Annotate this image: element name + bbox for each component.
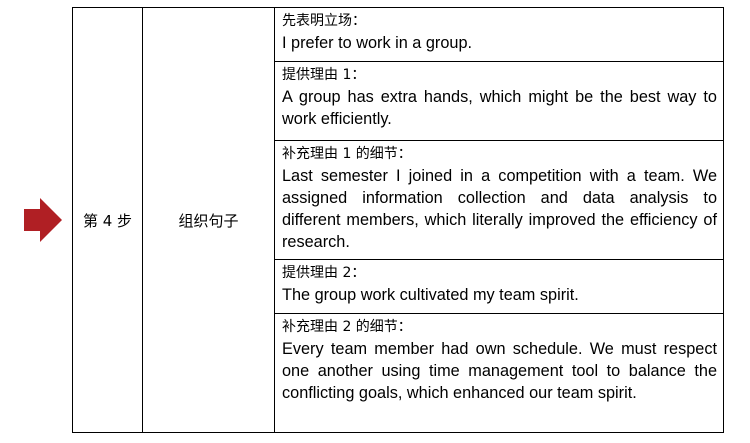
cell-body: I prefer to work in a group. bbox=[282, 34, 473, 52]
cell-heading: 补充理由 2 的细节： bbox=[282, 319, 412, 335]
content-cell-reason-2: 提供理由 2： The group work cultivated my tea… bbox=[274, 259, 724, 314]
cell-heading: 提供理由 1： bbox=[282, 67, 366, 83]
cell-heading: 先表明立场： bbox=[282, 13, 366, 29]
table-row: 第 4 步 组织句子 先表明立场： I prefer to work in a … bbox=[72, 7, 724, 433]
content-cell-reason-2-details: 补充理由 2 的细节： Every team member had own sc… bbox=[274, 313, 724, 433]
content-cell-stance: 先表明立场： I prefer to work in a group. bbox=[274, 7, 724, 62]
right-arrow-icon bbox=[24, 198, 62, 242]
step-label: 第 4 步 bbox=[82, 211, 133, 230]
cell-heading: 补充理由 1 的细节： bbox=[282, 146, 412, 162]
step-title: 组织句子 bbox=[178, 211, 239, 230]
step-table: 第 4 步 组织句子 先表明立场： I prefer to work in a … bbox=[72, 7, 724, 433]
cell-body: Every team member had own schedule. We m… bbox=[282, 340, 717, 402]
cell-body: A group has extra hands, which might be … bbox=[282, 88, 717, 128]
cell-heading: 提供理由 2： bbox=[282, 265, 366, 281]
content-cell-reason-1-details: 补充理由 1 的细节： Last semester I joined in a … bbox=[274, 140, 724, 260]
step-number-cell: 第 4 步 bbox=[72, 7, 143, 433]
cell-body: Last semester I joined in a competition … bbox=[282, 167, 717, 251]
cell-body: The group work cultivated my team spirit… bbox=[282, 286, 579, 304]
content-cell-reason-1: 提供理由 1： A group has extra hands, which m… bbox=[274, 61, 724, 141]
step-title-cell: 组织句子 bbox=[142, 7, 275, 433]
